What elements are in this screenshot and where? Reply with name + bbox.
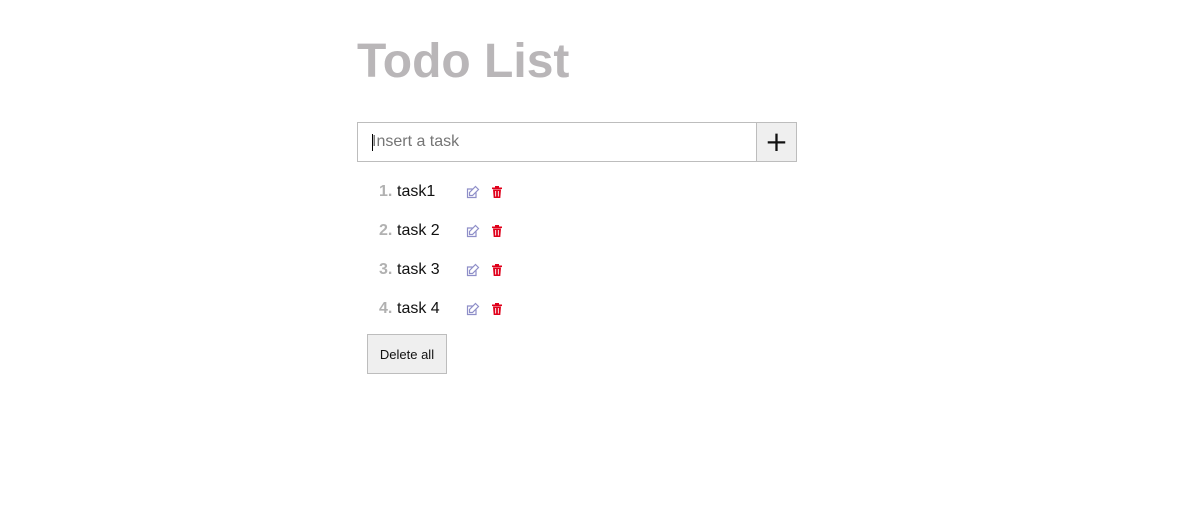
- task-item: 1. task1: [379, 172, 514, 211]
- trash-icon[interactable]: [490, 263, 504, 277]
- task-number: 3.: [379, 260, 393, 278]
- delete-all-button[interactable]: Delete all: [367, 334, 447, 374]
- task-number: 1.: [379, 182, 393, 200]
- task-number: 4.: [379, 299, 393, 317]
- task-input[interactable]: [357, 122, 757, 162]
- task-item: 2. task 2: [379, 211, 514, 250]
- add-task-form: +: [357, 122, 797, 162]
- edit-icon[interactable]: [466, 185, 480, 199]
- page-title: Todo List: [357, 35, 570, 88]
- task-item: 3. task 3: [379, 250, 514, 289]
- task-text: task1: [397, 182, 436, 200]
- edit-icon[interactable]: [466, 263, 480, 277]
- trash-icon[interactable]: [490, 302, 504, 316]
- edit-icon[interactable]: [466, 302, 480, 316]
- task-text: task 2: [397, 221, 440, 239]
- task-number: 2.: [379, 221, 393, 239]
- edit-icon[interactable]: [466, 224, 480, 238]
- task-item: 4. task 4: [379, 289, 514, 328]
- add-task-button[interactable]: +: [757, 122, 797, 162]
- task-input-wrapper: [357, 122, 757, 162]
- text-caret: [372, 134, 373, 151]
- task-text: task 3: [397, 260, 440, 278]
- task-text: task 4: [397, 299, 440, 317]
- trash-icon[interactable]: [490, 224, 504, 238]
- trash-icon[interactable]: [490, 185, 504, 199]
- task-list: 1. task1 2. task 2 3. task 3 4. task 4: [379, 172, 514, 328]
